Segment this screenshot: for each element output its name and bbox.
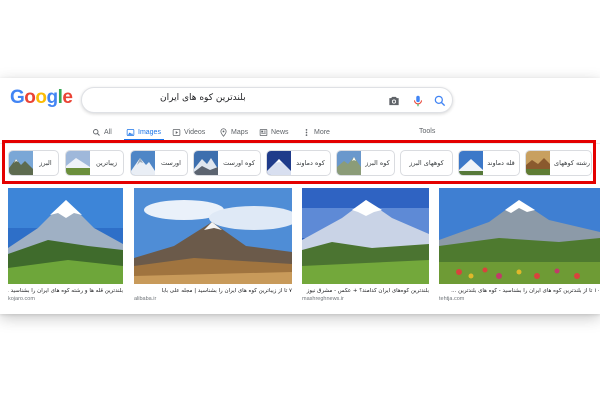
result-image[interactable] — [302, 188, 429, 284]
search-input[interactable]: بلندترین کوه های ایران — [81, 87, 453, 113]
video-icon — [172, 128, 181, 136]
search-icon[interactable] — [433, 94, 447, 108]
microphone-icon[interactable] — [411, 94, 425, 108]
image-result[interactable]: ۷ تا از زیباترین کوه های ایران را بشناسی… — [134, 188, 292, 302]
more-icon — [305, 128, 308, 136]
tab-more[interactable]: More — [302, 123, 330, 141]
image-icon — [126, 128, 135, 136]
search-icon — [93, 128, 100, 136]
result-image[interactable] — [8, 188, 123, 284]
search-query-text[interactable]: بلندترین کوه های ایران — [160, 93, 246, 103]
image-result[interactable]: ۱۰ تا از بلندترین کوه های ایران را بشناس… — [439, 188, 600, 302]
tab-all[interactable]: All — [92, 123, 112, 141]
chips-highlight-box — [2, 140, 596, 184]
image-result[interactable]: بلندترین کوه‌های ایران کدامند؟ + عکس - م… — [302, 188, 429, 302]
tab-maps[interactable]: Maps — [219, 123, 248, 141]
image-result[interactable]: بلندترین قله ها و رشته کوه های ایران را … — [8, 188, 123, 302]
tab-videos[interactable]: Videos — [172, 123, 205, 141]
tab-news[interactable]: News — [259, 123, 289, 141]
search-results-card: Google بلندترین کوه های ایران All Images — [0, 78, 600, 314]
result-image[interactable] — [439, 188, 600, 284]
map-pin-icon — [220, 127, 227, 137]
tools-button[interactable]: Tools — [419, 123, 435, 141]
news-icon — [259, 128, 268, 136]
camera-icon[interactable] — [387, 94, 401, 108]
google-logo[interactable]: Google — [10, 87, 73, 109]
result-image[interactable] — [134, 188, 292, 284]
